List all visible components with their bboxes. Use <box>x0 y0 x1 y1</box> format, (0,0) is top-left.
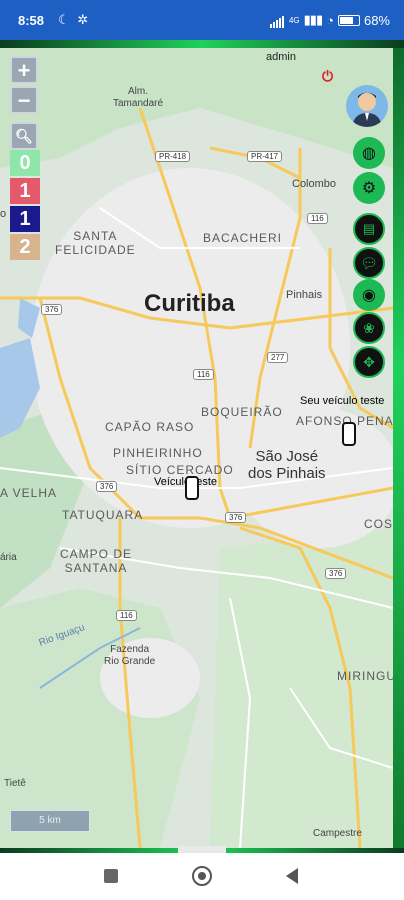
road-shield-376d: 376 <box>325 568 347 579</box>
label-campo-santana: CAMPO DE SANTANA <box>60 547 133 575</box>
avatar[interactable] <box>346 85 388 127</box>
road-shield-116a: 116 <box>307 213 328 224</box>
document-button[interactable]: ▤ <box>353 213 385 245</box>
label-santa-felicidade: SANTA FELICIDADE <box>55 229 136 257</box>
battery-icon <box>337 14 360 26</box>
label-boqueirao: BOQUEIRÃO <box>201 405 283 419</box>
signal-icon-2: ▮▮▮ <box>303 12 323 27</box>
globe-icon: ◍ <box>362 145 376 162</box>
counter-red[interactable]: 1 <box>10 178 40 204</box>
map-view[interactable]: Alm. Tamandaré Colombo BACACHERI SANTA F… <box>0 48 393 848</box>
label-bacacheri: BACACHERI <box>203 231 283 245</box>
settings-button[interactable]: ⚙ <box>353 172 385 204</box>
battery-level: 68% <box>363 12 390 28</box>
zoom-out-button[interactable]: − <box>10 86 38 114</box>
road-shield-277: 277 <box>267 352 289 363</box>
road-shield-116c: 116 <box>116 610 137 621</box>
home-icon[interactable] <box>192 866 212 886</box>
label-alm-tamandare: Alm. Tamandaré <box>113 86 164 109</box>
back-icon[interactable] <box>286 868 298 884</box>
status-time: 8:58 <box>18 13 45 28</box>
system-nav-bar <box>0 853 404 900</box>
label-capao-raso: CAPÃO RASO <box>105 420 195 434</box>
label-colombo: Colombo <box>292 178 337 190</box>
road-shield-pr418: PR-418 <box>155 151 191 162</box>
vehicle-marker-2[interactable] <box>185 476 199 500</box>
target-icon: ◉ <box>362 287 376 304</box>
status-right: 4G ▮▮▮ ◔ 68% <box>269 12 390 28</box>
top-accent-strip <box>0 40 404 48</box>
chat-icon: 💬︎ <box>360 254 378 271</box>
label-aria: ária <box>0 552 17 563</box>
road-shield-376c: 376 <box>225 512 247 523</box>
label-velha: A VELHA <box>0 486 58 500</box>
right-accent-strip <box>393 48 404 848</box>
paw-button[interactable]: ❀ <box>353 312 385 344</box>
search-button[interactable]: 🔍︎ <box>10 122 38 150</box>
chat-button[interactable]: 💬︎ <box>353 247 385 279</box>
recents-icon[interactable] <box>104 869 118 883</box>
target-button[interactable]: ◉ <box>353 279 385 311</box>
gear-icon: ⚙ <box>361 180 377 197</box>
paw-icon: ❀ <box>363 319 375 336</box>
status-bar: 8:58 ☾ ✲ 4G ▮▮▮ ◔ 68% <box>0 0 404 40</box>
label-campestre: Campestre <box>313 828 362 839</box>
label-sao-jose: São José dos Pinhais <box>248 448 326 482</box>
label-curitiba: Curitiba <box>144 290 235 317</box>
vehicle-label-1: Seu veículo teste <box>300 395 385 407</box>
label-miringu: MIRINGU <box>337 669 393 683</box>
counter-tan[interactable]: 2 <box>10 234 40 260</box>
user-avatar-icon <box>352 92 382 127</box>
label-fazenda: Fazenda Rio Grande <box>104 644 156 667</box>
crosshair-icon: ✥ <box>363 353 375 370</box>
document-icon: ▤ <box>362 221 376 236</box>
label-sitio-cercado: SÍTIO CERCADO <box>126 463 234 477</box>
locate-button[interactable]: ✥ <box>353 346 385 378</box>
search-icon: 🔍︎ <box>15 128 33 144</box>
label-tiete: Tietê <box>4 778 26 789</box>
vehicle-marker-1[interactable] <box>342 422 356 446</box>
user-label: admin <box>266 51 296 63</box>
label-pinheirinho: PINHEIRINHO <box>113 446 203 460</box>
signal-icon <box>269 13 285 28</box>
network-type: 4G <box>288 15 300 25</box>
label-costa: COST <box>364 517 393 531</box>
counter-green[interactable]: 0 <box>10 150 40 176</box>
road-shield-pr417: PR-417 <box>247 151 283 162</box>
label-tatuquara: TATUQUARA <box>62 508 144 522</box>
scale-bar: 5 km <box>10 810 90 832</box>
globe-button[interactable]: ◍ <box>353 137 385 169</box>
zoom-in-button[interactable]: + <box>10 56 38 84</box>
status-left-icons: ☾ ✲ <box>58 12 91 27</box>
wifi-icon: ◔ <box>326 12 334 28</box>
label-pinhais: Pinhais <box>286 289 323 301</box>
counter-blue[interactable]: 1 <box>10 206 40 232</box>
power-icon[interactable]: ⏻ <box>322 68 333 85</box>
road-shield-376a: 376 <box>41 304 63 315</box>
road-shield-116b: 116 <box>193 369 214 380</box>
road-shield-376b: 376 <box>96 481 118 492</box>
